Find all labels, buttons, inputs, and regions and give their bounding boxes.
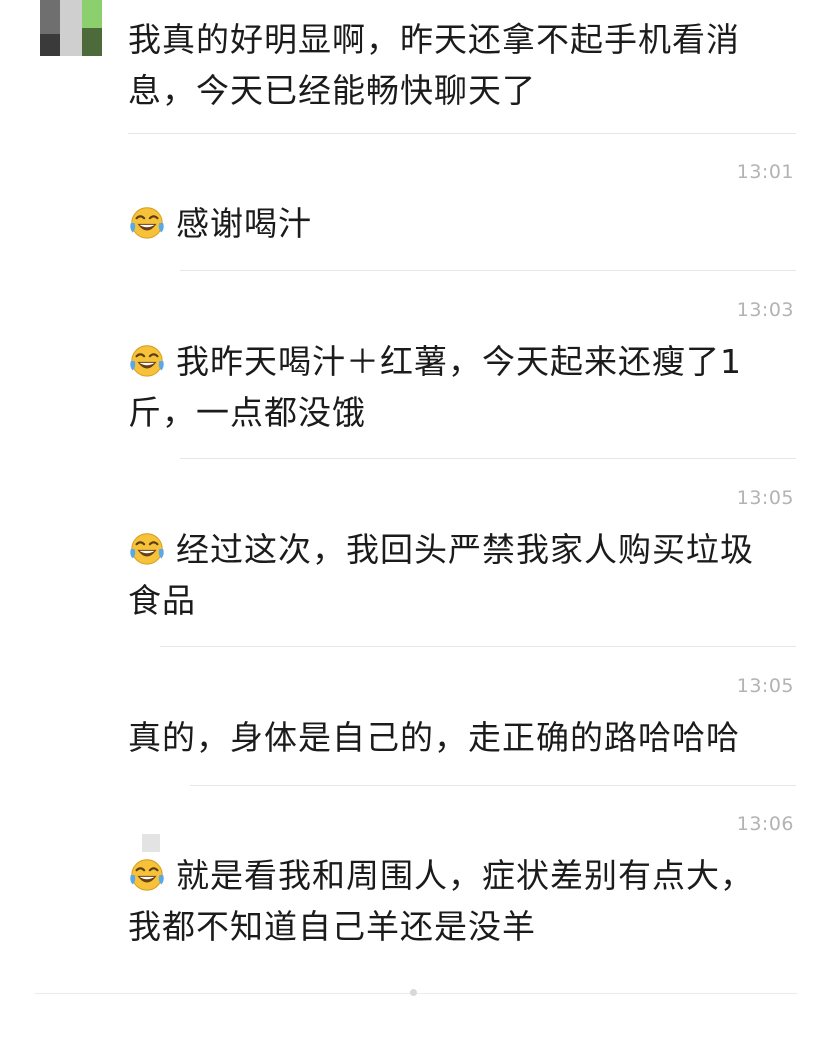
divider (190, 785, 796, 786)
divider (160, 646, 796, 647)
message-line: 真的，身体是自己的，走正确的路哈哈哈 (128, 718, 740, 757)
message-text: 我真的好明显啊，昨天还拿不起手机看消 息，今天已经能畅快聊天了 (128, 14, 788, 116)
message-line: 经过这次，我回头严禁我家人购买垃圾 (176, 530, 754, 569)
message-line: 我真的好明显啊，昨天还拿不起手机看消 (128, 20, 740, 59)
message-time: 13:03 (736, 299, 794, 321)
message-text: 就是看我和周围人，症状差别有点大， 我都不知道自己羊还是没羊 (128, 850, 788, 952)
laughing-tears-emoji-icon (130, 533, 164, 565)
message-text: 真的，身体是自己的，走正确的路哈哈哈 (128, 712, 788, 763)
message-time: 13:01 (736, 161, 794, 183)
message-time: 13:05 (736, 675, 794, 697)
avatar[interactable] (40, 0, 102, 56)
message-line: 斤，一点都没饿 (128, 393, 366, 432)
message-text: 感谢喝汁 (128, 198, 788, 249)
divider (180, 458, 796, 459)
laughing-tears-emoji-icon (130, 207, 164, 239)
divider (128, 133, 796, 134)
message-text: 我昨天喝汁＋红薯，今天起来还瘦了1 斤，一点都没饿 (128, 336, 788, 438)
message-line: 就是看我和周围人，症状差别有点大， (176, 856, 754, 895)
laughing-tears-emoji-icon (130, 859, 164, 891)
message-line: 我都不知道自己羊还是没羊 (128, 907, 536, 946)
laughing-tears-emoji-icon (130, 345, 164, 377)
message-line: 我昨天喝汁＋红薯，今天起来还瘦了1 (176, 342, 742, 381)
message-line: 食品 (128, 581, 196, 620)
message-time: 13:05 (736, 487, 794, 509)
divider (180, 270, 796, 271)
message-time: 13:06 (736, 813, 794, 835)
footer-dot (410, 989, 417, 996)
message-text: 经过这次，我回头严禁我家人购买垃圾 食品 (128, 524, 788, 626)
message-line: 感谢喝汁 (176, 204, 312, 243)
message-line: 息，今天已经能畅快聊天了 (128, 71, 536, 110)
